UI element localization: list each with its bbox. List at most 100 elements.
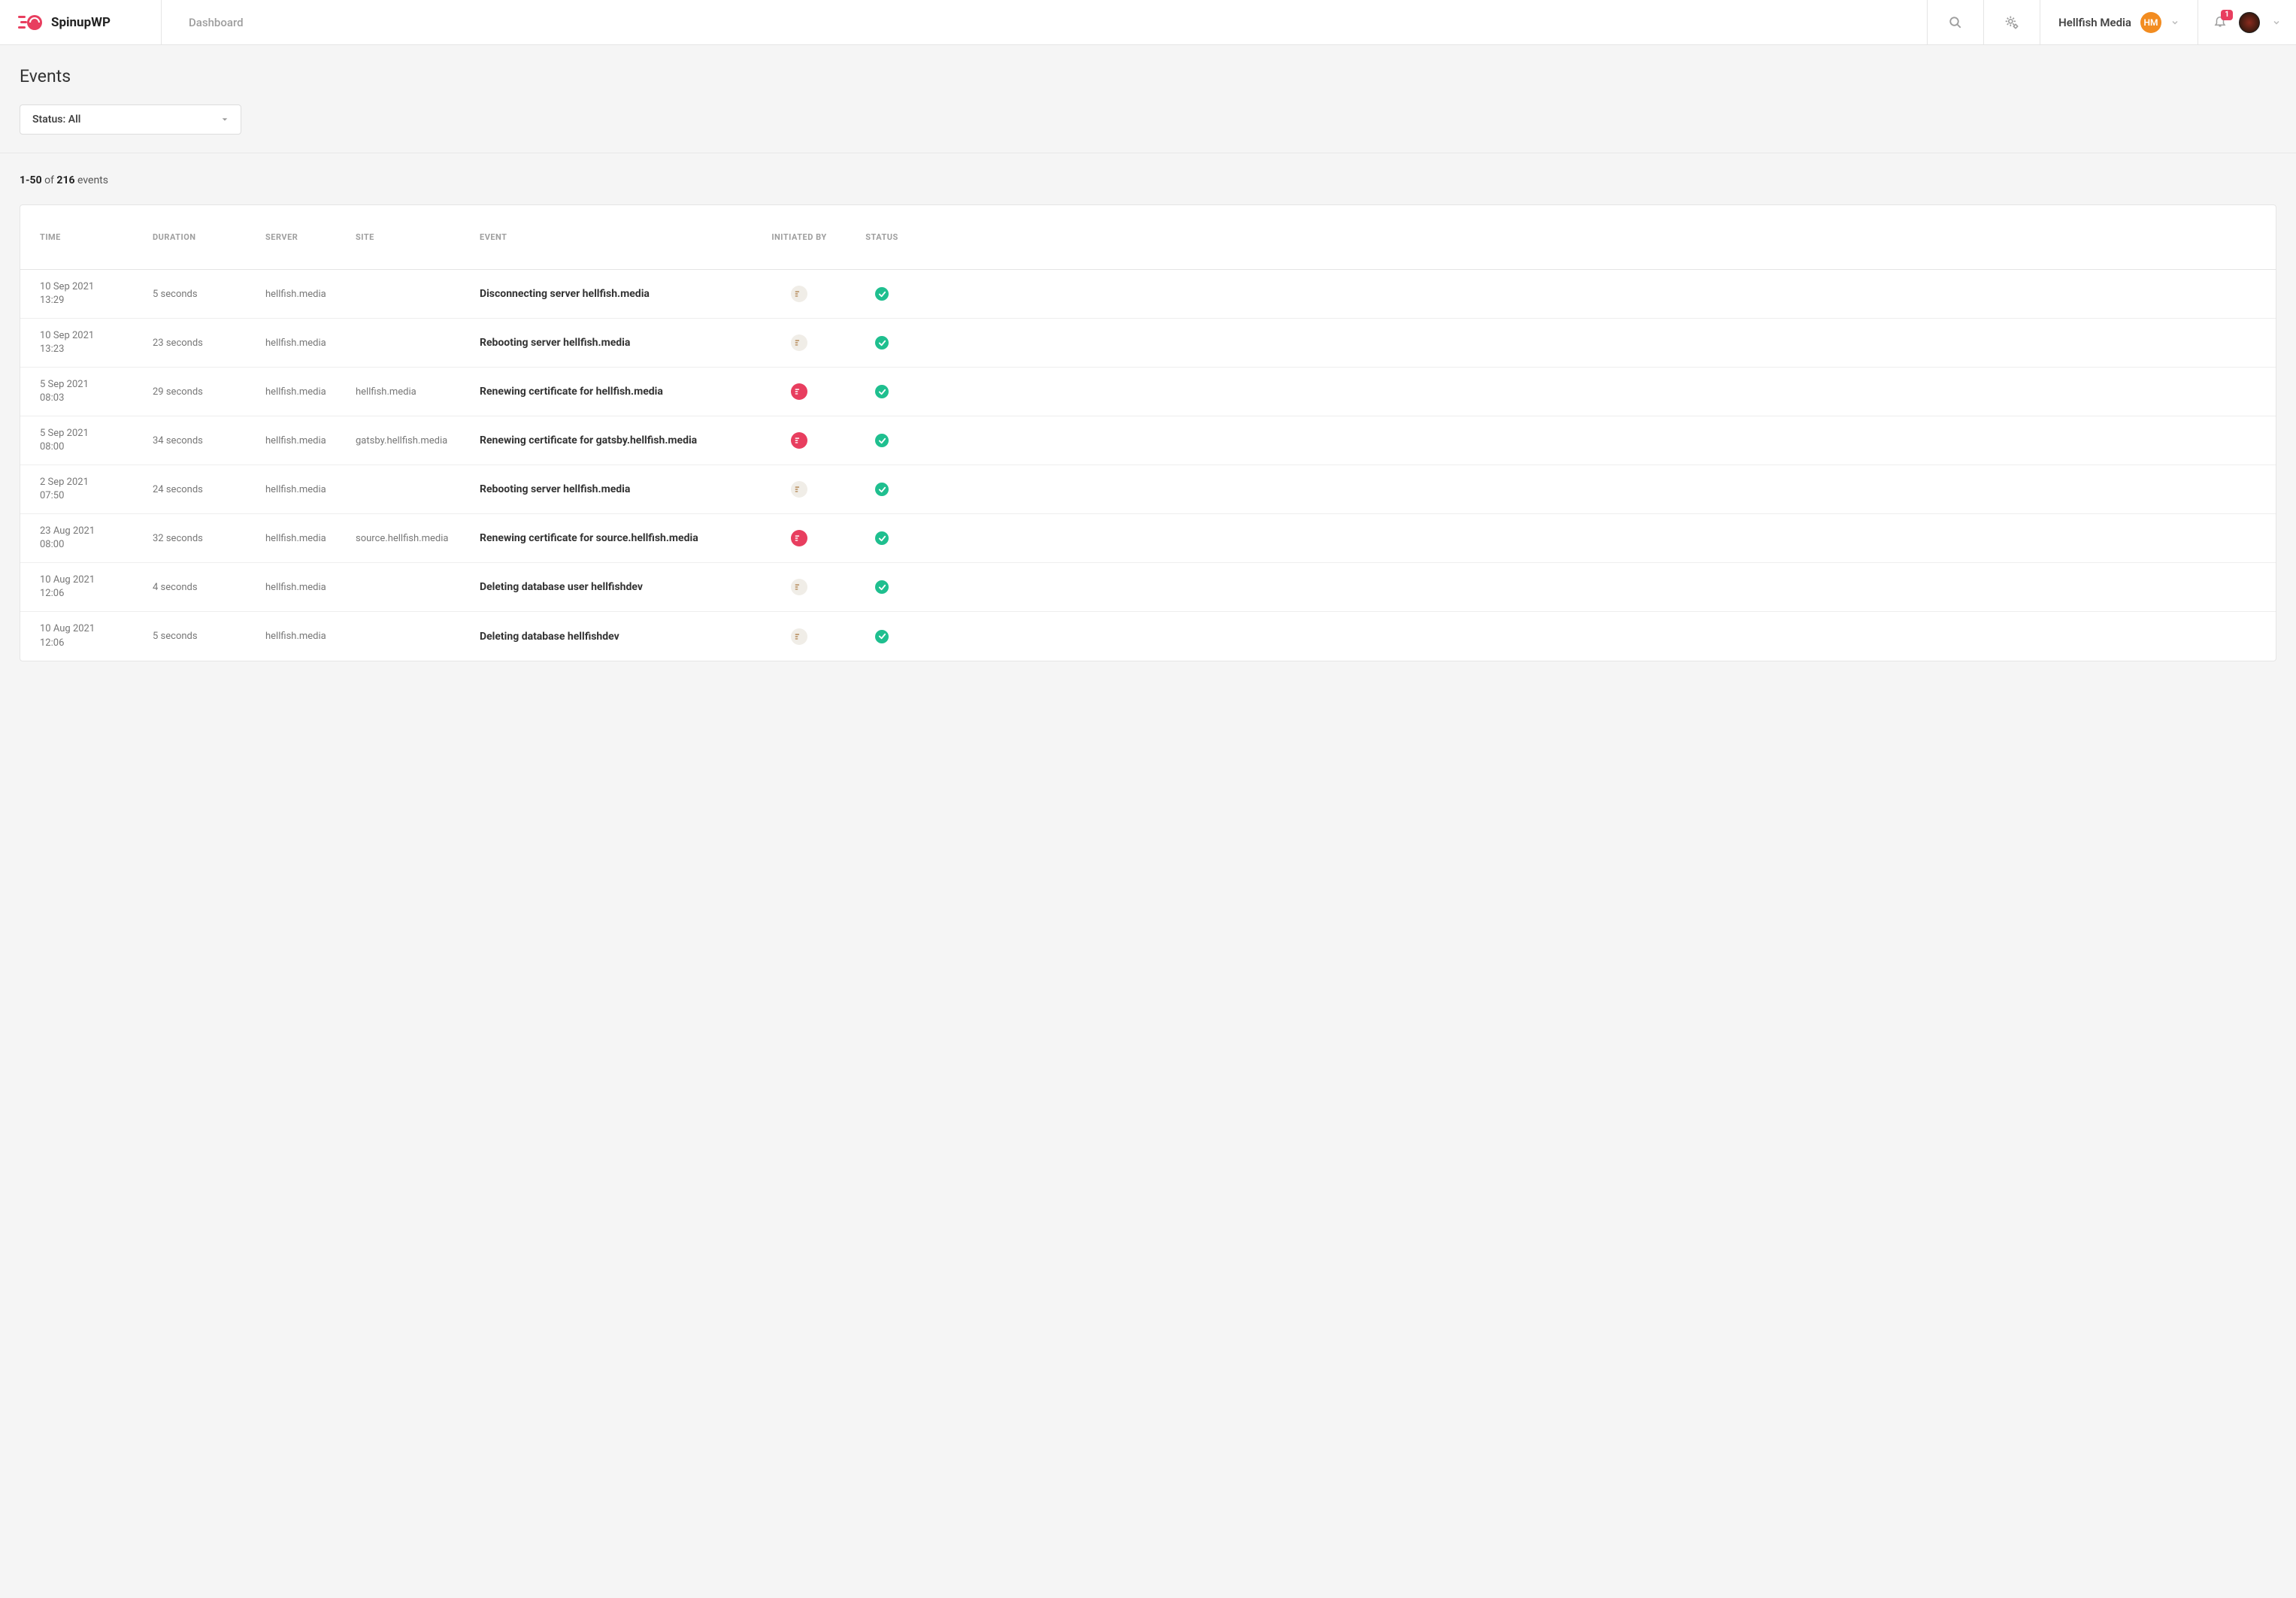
initiator-icon [794, 484, 804, 495]
cell-duration: 23 seconds [153, 337, 265, 349]
cell-date: 2 Sep 2021 [40, 476, 153, 489]
cell-status [841, 287, 923, 301]
col-site[interactable]: SITE [356, 232, 480, 242]
events-table: TIME DURATION SERVER SITE EVENT INITIATE… [20, 204, 2276, 661]
initiator-avatar [791, 481, 807, 498]
cell-date: 5 Sep 2021 [40, 378, 153, 392]
cell-event: Deleting database hellfishdev [480, 631, 758, 643]
cell-initiated-by [758, 383, 841, 400]
status-success-icon [875, 287, 889, 301]
table-row[interactable]: 10 Aug 2021 12:06 4 seconds hellfish.med… [20, 563, 2276, 612]
spinupwp-logo-icon [18, 14, 45, 31]
status-success-icon [875, 531, 889, 545]
cell-date: 10 Aug 2021 [40, 574, 153, 587]
table-row[interactable]: 5 Sep 2021 08:00 34 seconds hellfish.med… [20, 416, 2276, 465]
table-row[interactable]: 10 Aug 2021 12:06 5 seconds hellfish.med… [20, 612, 2276, 661]
col-initiated-by[interactable]: INITIATED BY [758, 232, 841, 242]
table-row[interactable]: 10 Sep 2021 13:29 5 seconds hellfish.med… [20, 270, 2276, 319]
status-success-icon [875, 483, 889, 496]
cell-date: 10 Aug 2021 [40, 622, 153, 636]
cell-initiated-by [758, 432, 841, 449]
initiator-icon [794, 533, 804, 543]
status-success-icon [875, 434, 889, 447]
cell-date: 10 Sep 2021 [40, 280, 153, 294]
cell-duration: 24 seconds [153, 484, 265, 495]
user-avatar[interactable] [2239, 12, 2260, 33]
cell-clock: 12:06 [40, 637, 153, 650]
cell-event: Rebooting server hellfish.media [480, 483, 758, 495]
initiator-avatar [791, 628, 807, 645]
brand-name: SpinupWP [51, 15, 111, 30]
cell-date: 5 Sep 2021 [40, 427, 153, 440]
cell-server: hellfish.media [265, 533, 356, 544]
initiator-avatar [791, 334, 807, 351]
cell-initiated-by [758, 628, 841, 645]
settings-button[interactable] [1983, 0, 2040, 44]
table-row[interactable]: 23 Aug 2021 08:00 32 seconds hellfish.me… [20, 514, 2276, 563]
cell-event: Renewing certificate for hellfish.media [480, 386, 758, 398]
cell-clock: 08:00 [40, 440, 153, 454]
cell-event: Disconnecting server hellfish.media [480, 288, 758, 300]
initiator-icon [794, 289, 804, 299]
team-name: Hellfish Media [2058, 16, 2131, 29]
status-filter-select[interactable]: Status: All [20, 104, 241, 135]
cell-initiated-by [758, 579, 841, 595]
chevron-down-icon [2170, 18, 2179, 27]
cell-server: hellfish.media [265, 484, 356, 495]
table-row[interactable]: 10 Sep 2021 13:23 23 seconds hellfish.me… [20, 319, 2276, 368]
cell-status [841, 336, 923, 350]
cell-event: Deleting database user hellfishdev [480, 581, 758, 593]
cell-duration: 5 seconds [153, 631, 265, 642]
search-button[interactable] [1927, 0, 1983, 44]
page-title: Events [20, 66, 2276, 86]
logo-cell[interactable]: SpinupWP [0, 0, 162, 44]
table-body: 10 Sep 2021 13:29 5 seconds hellfish.med… [20, 270, 2276, 661]
cell-time: 23 Aug 2021 08:00 [40, 525, 153, 552]
result-count: 1-50 of 216 events [20, 174, 2276, 186]
initiator-icon [794, 337, 804, 348]
cell-event: Renewing certificate for source.hellfish… [480, 532, 758, 544]
initiator-avatar [791, 383, 807, 400]
initiator-icon [794, 582, 804, 592]
team-avatar: HM [2140, 12, 2161, 33]
cell-server: hellfish.media [265, 386, 356, 398]
cell-server: hellfish.media [265, 337, 356, 349]
cell-status [841, 483, 923, 496]
col-server[interactable]: SERVER [265, 232, 356, 242]
team-switcher[interactable]: Hellfish Media HM [2040, 0, 2198, 44]
chevron-down-icon [2272, 18, 2281, 27]
col-time[interactable]: TIME [40, 232, 153, 242]
initiator-avatar [791, 286, 807, 302]
nav-dashboard-label: Dashboard [189, 16, 244, 29]
cell-server: hellfish.media [265, 435, 356, 446]
cell-time: 5 Sep 2021 08:00 [40, 427, 153, 454]
status-success-icon [875, 580, 889, 594]
cell-clock: 07:50 [40, 489, 153, 503]
initiator-icon [794, 631, 804, 642]
cell-server: hellfish.media [265, 631, 356, 642]
cell-initiated-by [758, 481, 841, 498]
user-menu-area: 1 [2198, 0, 2296, 44]
cell-time: 10 Sep 2021 13:29 [40, 280, 153, 307]
cell-clock: 08:00 [40, 538, 153, 552]
col-status[interactable]: STATUS [841, 232, 923, 242]
cell-duration: 29 seconds [153, 386, 265, 398]
notifications-button[interactable]: 1 [2213, 14, 2227, 31]
initiator-avatar [791, 530, 807, 546]
cell-time: 5 Sep 2021 08:03 [40, 378, 153, 405]
table-row[interactable]: 2 Sep 2021 07:50 24 seconds hellfish.med… [20, 465, 2276, 514]
cell-status [841, 531, 923, 545]
cell-initiated-by [758, 286, 841, 302]
table-row[interactable]: 5 Sep 2021 08:03 29 seconds hellfish.med… [20, 368, 2276, 416]
result-range: 1-50 [20, 174, 42, 186]
cell-duration: 32 seconds [153, 533, 265, 544]
col-duration[interactable]: DURATION [153, 232, 265, 242]
nav-dashboard[interactable]: Dashboard [162, 0, 1927, 44]
cell-clock: 12:06 [40, 587, 153, 601]
status-success-icon [875, 385, 889, 398]
initiator-icon [794, 435, 804, 446]
col-event[interactable]: EVENT [480, 232, 758, 242]
cell-clock: 13:23 [40, 343, 153, 356]
cell-server: hellfish.media [265, 582, 356, 593]
cell-status [841, 385, 923, 398]
